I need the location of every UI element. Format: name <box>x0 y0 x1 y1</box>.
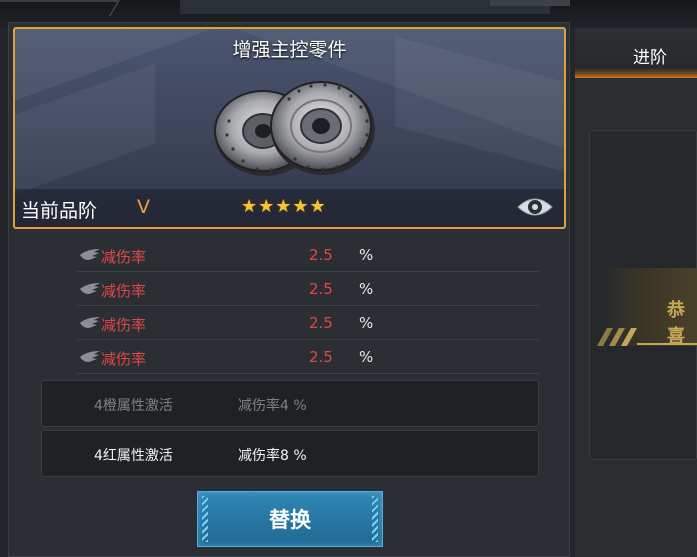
stat-name: 减伤率 <box>101 282 147 300</box>
background-shard <box>15 63 155 195</box>
replace-button[interactable]: 替换 <box>197 491 383 547</box>
item-card: 增强主控零件 当前品阶 V ★★★★★ <box>13 27 566 229</box>
set-bonus-desc: 减伤率8 % <box>238 448 307 464</box>
frame-decoration <box>0 0 121 16</box>
grade-bar: 当前品阶 V ★★★★★ <box>15 189 564 227</box>
grade-label: 当前品阶 <box>21 200 98 222</box>
stat-row: 减伤率 2.5 % <box>77 307 539 340</box>
set-bonus-desc: 减伤率4 % <box>238 398 307 414</box>
stat-row: 减伤率 2.5 % <box>77 341 539 374</box>
tab-advance-label: 进阶 <box>633 48 667 68</box>
replace-button-label: 替换 <box>269 508 311 532</box>
stat-unit: % <box>359 348 374 366</box>
wing-icon <box>80 249 100 260</box>
tab-advance[interactable]: 进阶 <box>575 28 697 78</box>
wing-icon <box>80 283 100 294</box>
advance-panel: 进阶 恭喜 <box>575 28 697 557</box>
set-bonus-name: 4橙属性激活 <box>94 398 173 414</box>
stat-row: 减伤率 2.5 % <box>77 239 539 272</box>
stat-unit: % <box>359 246 374 264</box>
stat-row: 减伤率 2.5 % <box>77 273 539 306</box>
brake-disc-icon <box>214 81 375 176</box>
grade-value: V <box>137 196 150 218</box>
stat-value: 2.5 <box>309 314 333 332</box>
stat-unit: % <box>359 280 374 298</box>
stat-name: 减伤率 <box>101 350 147 368</box>
button-decoration <box>202 496 208 542</box>
wing-icon <box>80 317 100 328</box>
set-bonus-name: 4红属性激活 <box>94 448 173 464</box>
part-detail-panel: 增强主控零件 当前品阶 V ★★★★★ 减伤率 2.5 % 减伤率 2.5 % … <box>8 22 570 557</box>
eye-icon[interactable] <box>516 193 554 221</box>
button-decoration <box>372 496 378 542</box>
set-bonus-orange: 4橙属性激活 减伤率4 % <box>41 380 539 427</box>
star-rating: ★★★★★ <box>241 196 327 217</box>
set-bonus-red: 4红属性激活 减伤率8 % <box>41 430 539 477</box>
stat-value: 2.5 <box>309 280 333 298</box>
banner-stripes <box>597 328 697 346</box>
wing-icon <box>80 351 100 362</box>
stat-unit: % <box>359 314 374 332</box>
stat-name: 减伤率 <box>101 316 147 334</box>
frame-decoration <box>490 0 570 6</box>
stat-value: 2.5 <box>309 348 333 366</box>
stat-name: 减伤率 <box>101 248 147 266</box>
stat-value: 2.5 <box>309 246 333 264</box>
item-name: 增强主控零件 <box>232 39 347 61</box>
